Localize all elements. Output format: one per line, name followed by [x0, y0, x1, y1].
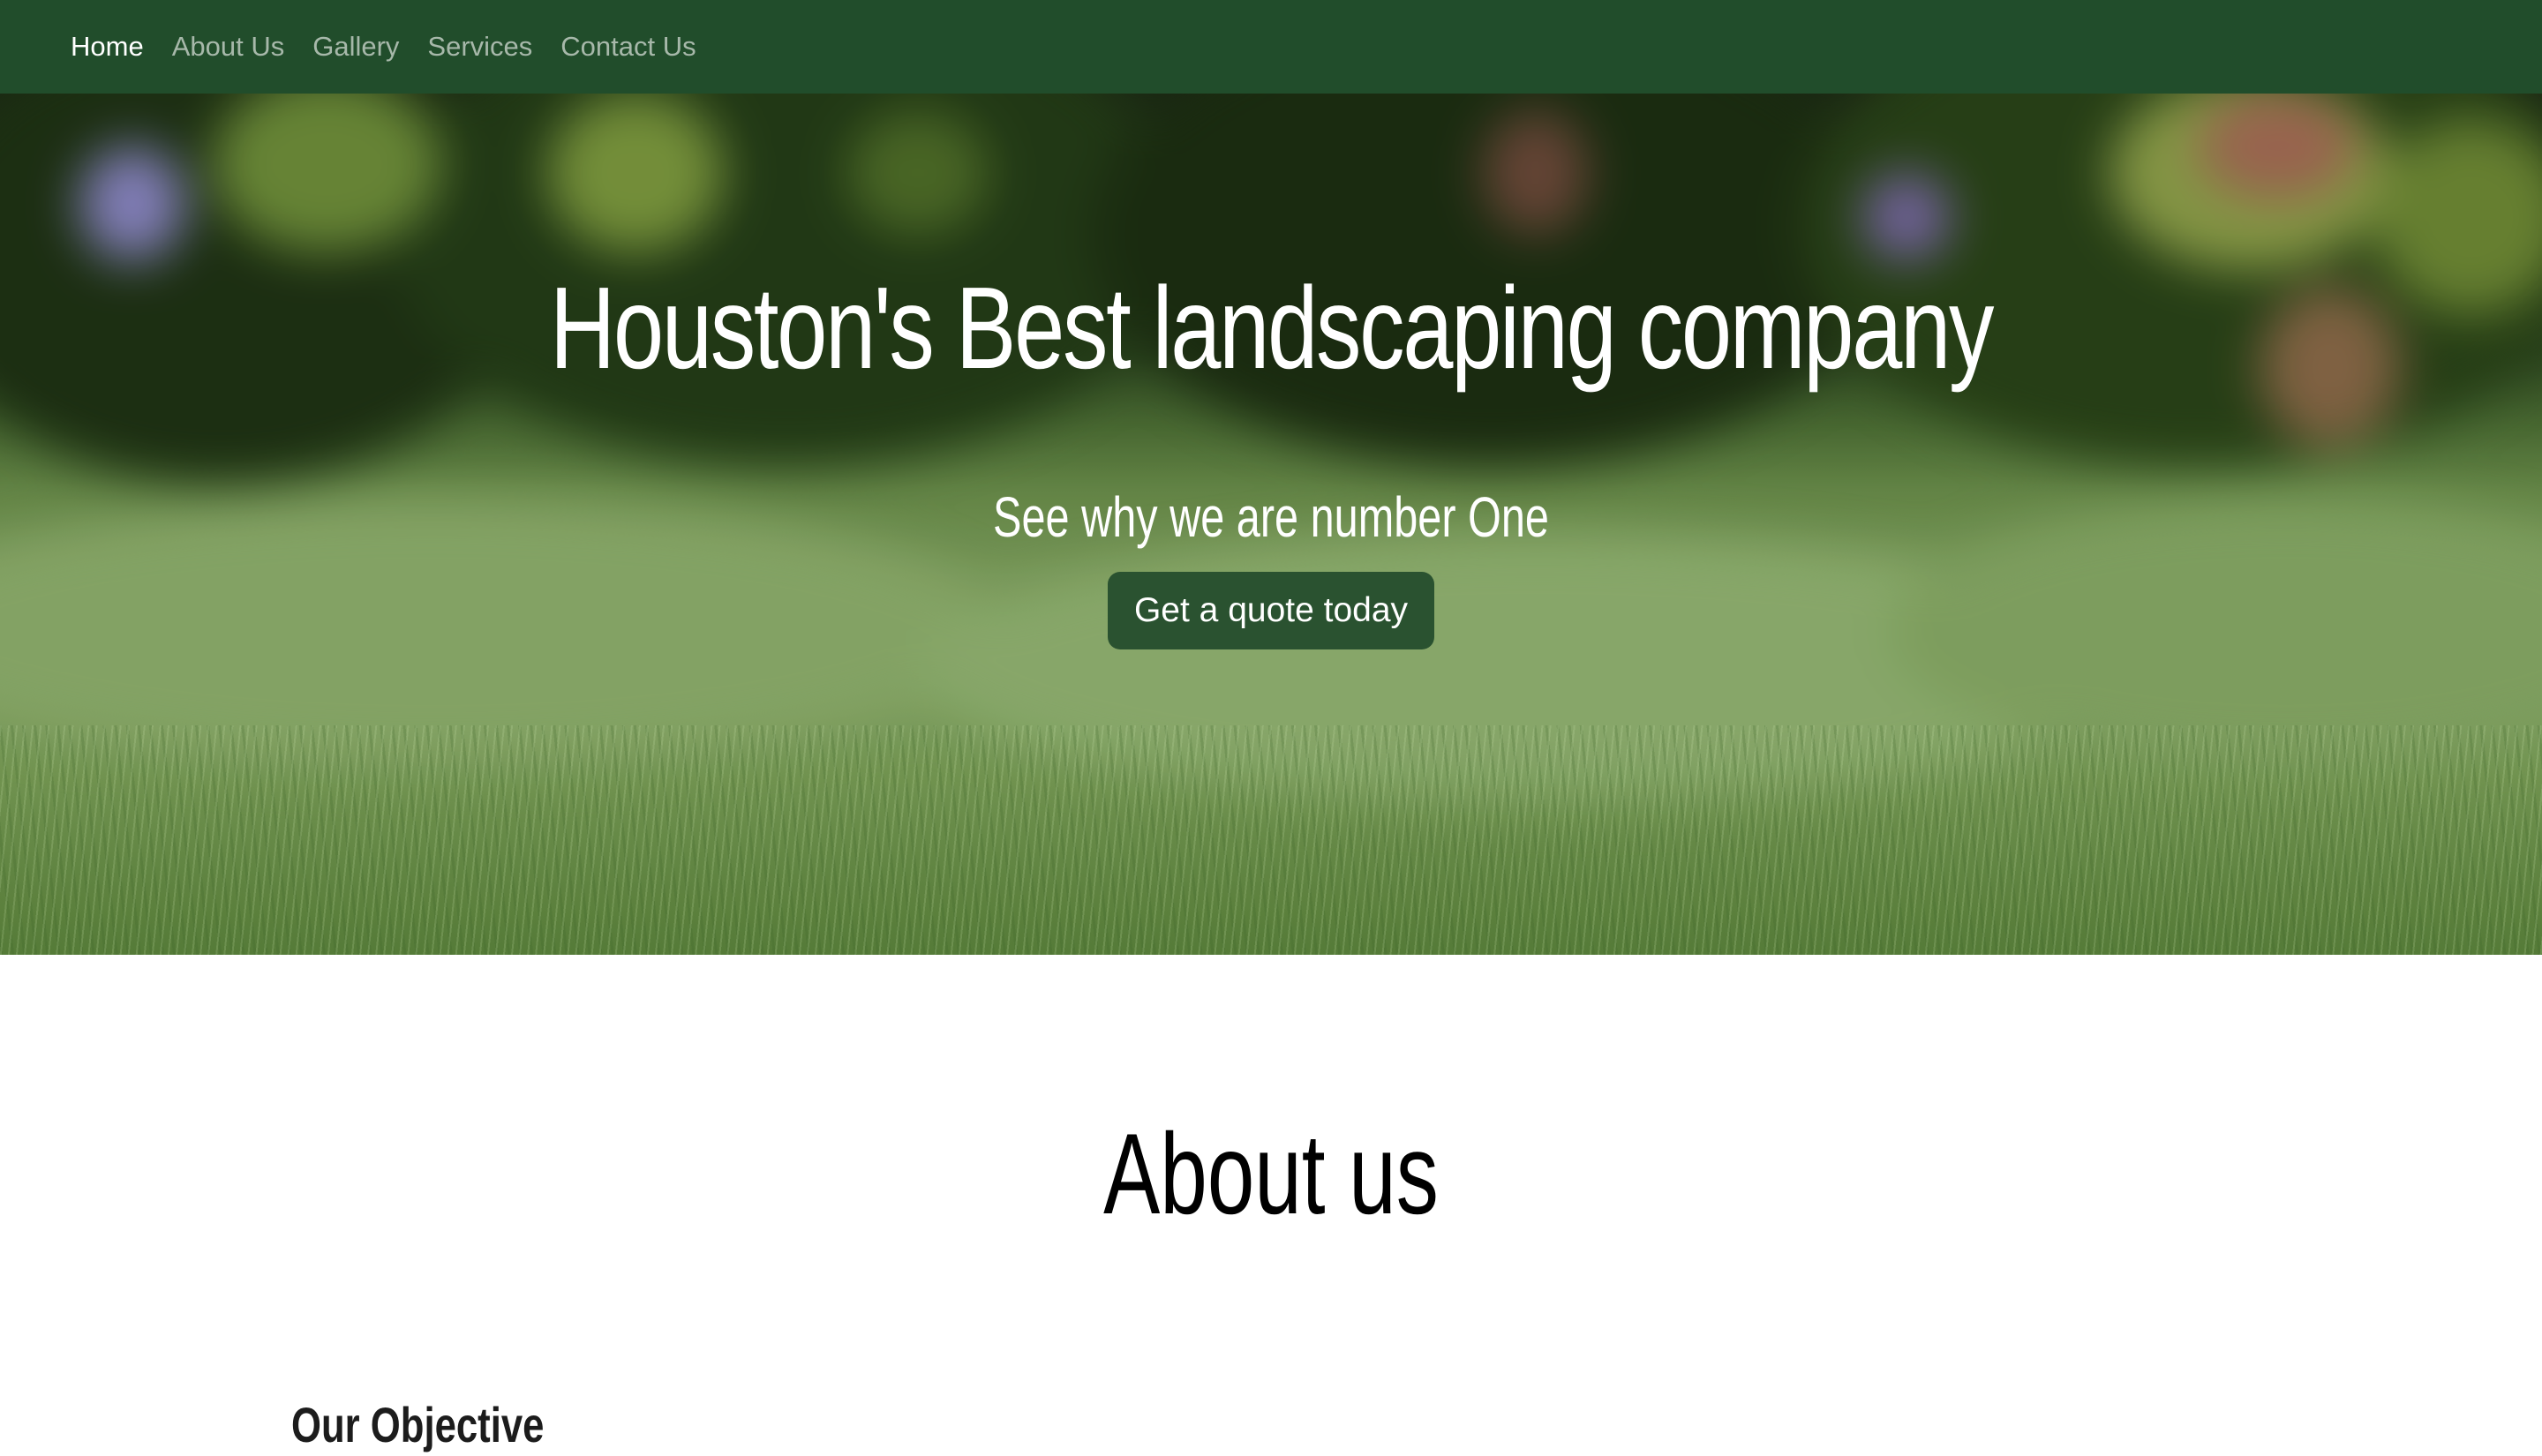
our-objective-heading: Our Objective — [291, 1397, 545, 1452]
grass-texture — [0, 725, 2542, 955]
hero-section: Houston's Best landscaping company See w… — [0, 94, 2542, 955]
nav-link-about-us[interactable]: About Us — [172, 31, 285, 63]
hero-subtitle: See why we are number One — [993, 485, 1549, 549]
top-navbar: Home About Us Gallery Services Contact U… — [0, 0, 2542, 94]
nav-link-gallery[interactable]: Gallery — [312, 31, 399, 63]
hero-title: Houston's Best landscaping company — [549, 263, 1995, 393]
get-quote-button[interactable]: Get a quote today — [1108, 572, 1434, 649]
nav-link-contact-us[interactable]: Contact Us — [560, 31, 696, 63]
nav-link-home[interactable]: Home — [71, 31, 144, 63]
about-us-heading: About us — [1103, 1109, 1439, 1238]
nav-link-services[interactable]: Services — [427, 31, 532, 63]
